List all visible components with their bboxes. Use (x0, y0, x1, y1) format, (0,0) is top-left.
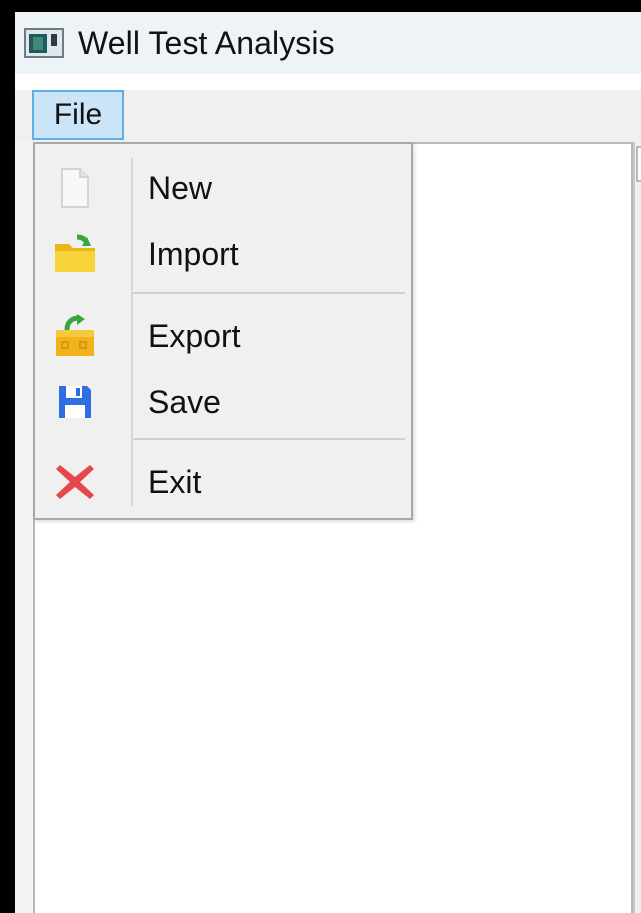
side-panel-control (636, 146, 641, 182)
file-dropdown-menu: New Import Export Save Exit (33, 142, 413, 520)
menu-separator (133, 292, 405, 294)
new-document-icon (51, 166, 99, 210)
menu-item-export[interactable]: Export (35, 306, 411, 366)
export-package-icon (51, 314, 99, 358)
menu-item-exit[interactable]: Exit (35, 452, 411, 512)
menu-item-new[interactable]: New (35, 158, 411, 218)
menu-separator (133, 438, 405, 440)
exit-x-icon (51, 460, 99, 504)
app-window-icon (22, 27, 66, 59)
menu-item-label: Export (148, 317, 241, 354)
menu-item-label: Exit (148, 463, 202, 500)
menu-bar: File (15, 90, 641, 142)
menu-item-label: Import (148, 235, 239, 272)
title-bar[interactable]: Well Test Analysis (15, 12, 641, 74)
menu-item-label: Save (148, 383, 221, 420)
file-menu-button[interactable]: File (32, 90, 124, 140)
window-title: Well Test Analysis (78, 24, 335, 61)
menu-item-import[interactable]: Import (35, 224, 411, 284)
screen: Well Test Analysis File New Import Expor… (0, 0, 641, 913)
save-floppy-icon (51, 380, 99, 424)
menu-item-label: New (148, 169, 213, 206)
import-folder-icon (51, 232, 99, 276)
menu-item-save[interactable]: Save (35, 372, 411, 432)
title-bar-divider (15, 74, 641, 90)
side-panel-border (633, 142, 635, 913)
